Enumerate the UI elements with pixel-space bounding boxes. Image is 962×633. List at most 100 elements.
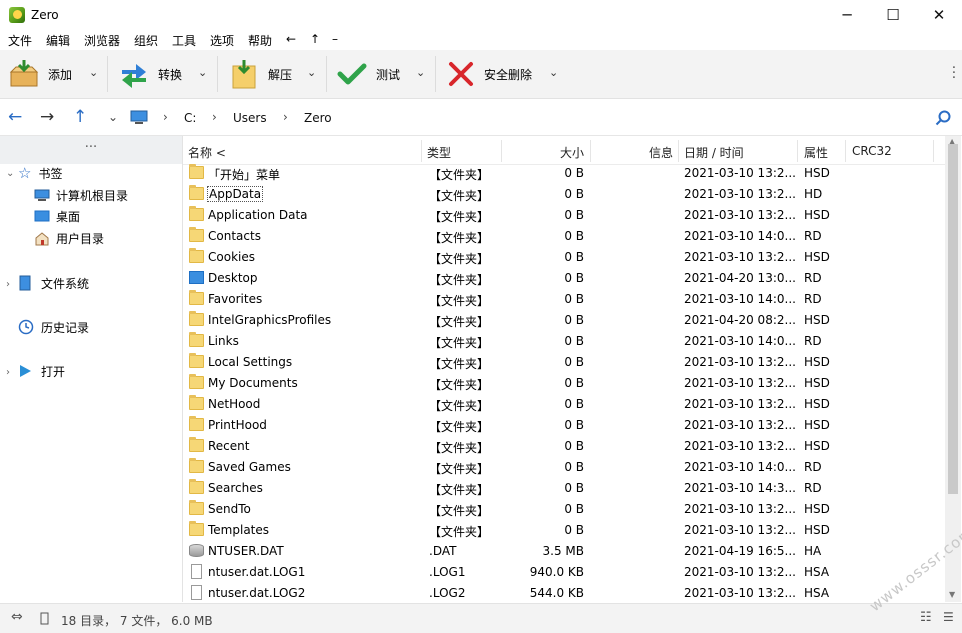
- checkmark-icon: [337, 63, 367, 85]
- expand-chevron-icon[interactable]: ⌄: [6, 168, 14, 179]
- sidebar-item-open[interactable]: 打开: [18, 361, 65, 381]
- file-name: Links: [208, 334, 239, 348]
- menu-options[interactable]: 选项: [210, 32, 234, 49]
- table-row[interactable]: Application Data 【文件夹】 0 B 2021-03-10 13:2.…: [183, 205, 945, 226]
- menu-browser[interactable]: 浏览器: [84, 32, 120, 49]
- secure-delete-dropdown-chevron-icon[interactable]: ⌄: [549, 66, 558, 79]
- toolbar-divider: [435, 56, 436, 92]
- column-crc32[interactable]: CRC32: [852, 144, 892, 158]
- column-divider[interactable]: [421, 140, 422, 162]
- add-dropdown-chevron-icon[interactable]: ⌄: [89, 66, 98, 79]
- table-row[interactable]: IntelGraphicsProfiles 【文件夹】 0 B 2021-04-20 …: [183, 310, 945, 331]
- column-name[interactable]: 名称 <: [188, 144, 226, 161]
- column-divider[interactable]: [678, 140, 679, 162]
- table-row[interactable]: Cookies 【文件夹】 0 B 2021-03-10 13:2... HSD: [183, 247, 945, 268]
- table-row[interactable]: Contacts 【文件夹】 0 B 2021-03-10 14:0... RD: [183, 226, 945, 247]
- table-row[interactable]: Saved Games 【文件夹】 0 B 2021-03-10 14:0... RD: [183, 457, 945, 478]
- table-row[interactable]: Local Settings 【文件夹】 0 B 2021-03-10 13:2...…: [183, 352, 945, 373]
- column-size[interactable]: 大小: [513, 144, 584, 161]
- scrollbar-thumb[interactable]: [948, 144, 958, 494]
- file-attributes: HD: [804, 187, 823, 201]
- convert-button[interactable]: 转换: [118, 54, 182, 94]
- table-row[interactable]: Searches 【文件夹】 0 B 2021-03-10 14:3... RD: [183, 478, 945, 499]
- menu-tools[interactable]: 工具: [172, 32, 196, 49]
- drive-icon[interactable]: [40, 612, 49, 625]
- column-divider[interactable]: [501, 140, 502, 162]
- test-dropdown-chevron-icon[interactable]: ⌄: [416, 66, 425, 79]
- menu-collapse[interactable]: –: [332, 32, 338, 46]
- column-divider[interactable]: [933, 140, 934, 162]
- column-date[interactable]: 日期 / 时间: [684, 144, 744, 161]
- play-icon: [20, 365, 31, 377]
- scroll-down-icon[interactable]: ▼: [949, 590, 955, 599]
- breadcrumb-zero[interactable]: Zero: [304, 111, 332, 125]
- breadcrumb-separator-icon: ›: [283, 110, 288, 124]
- column-info[interactable]: 信息: [603, 144, 673, 161]
- sidebar-collapse-handle[interactable]: ···: [0, 136, 182, 164]
- menu-up[interactable]: ↑: [310, 32, 320, 46]
- table-row[interactable]: Links 【文件夹】 0 B 2021-03-10 14:0... RD: [183, 331, 945, 352]
- file-name: Saved Games: [208, 460, 291, 474]
- forward-arrow-icon[interactable]: →: [40, 107, 54, 127]
- column-attr[interactable]: 属性: [804, 144, 828, 161]
- file-attributes: HSA: [804, 565, 830, 579]
- expand-chevron-icon[interactable]: ›: [6, 279, 10, 290]
- sidebar-item-filesystem[interactable]: 文件系统: [18, 273, 89, 293]
- extract-button[interactable]: 解压: [228, 54, 292, 94]
- table-row[interactable]: ntuser.dat.LOG1 .LOG1 940.0 KB 2021-03-10 1…: [183, 562, 945, 583]
- menu-file[interactable]: 文件: [8, 32, 32, 49]
- file-type: 【文件夹】: [429, 210, 490, 224]
- toolbar-overflow-icon[interactable]: · · ·: [952, 62, 956, 85]
- breadcrumb-c[interactable]: C:: [184, 111, 196, 125]
- menu-back[interactable]: ←: [286, 32, 296, 46]
- delete-x-icon: [449, 62, 473, 86]
- column-divider[interactable]: [590, 140, 591, 162]
- table-row[interactable]: Favorites 【文件夹】 0 B 2021-03-10 14:0... RD: [183, 289, 945, 310]
- move-icon[interactable]: ⇔: [11, 609, 23, 625]
- test-button[interactable]: 测试: [336, 54, 400, 94]
- sidebar-item-desktop[interactable]: 桌面: [34, 206, 80, 226]
- file-size: 0 B: [564, 460, 584, 474]
- table-row[interactable]: PrintHood 【文件夹】 0 B 2021-03-10 13:2... HSD: [183, 415, 945, 436]
- maximize-button[interactable]: ☐: [870, 0, 916, 30]
- search-icon[interactable]: [935, 110, 951, 126]
- table-row[interactable]: Desktop 【文件夹】 0 B 2021-04-20 13:0... RD: [183, 268, 945, 289]
- list-view-icon[interactable]: ☰: [943, 610, 954, 624]
- menu-help[interactable]: 帮助: [248, 32, 272, 49]
- sidebar-item-bookmarks[interactable]: ☆ 书签: [18, 163, 62, 183]
- history-dropdown-chevron-icon[interactable]: ⌄: [108, 110, 118, 124]
- minimize-button[interactable]: ─: [824, 0, 870, 30]
- table-row[interactable]: SendTo 【文件夹】 0 B 2021-03-10 13:2... HSD: [183, 499, 945, 520]
- table-row[interactable]: NTUSER.DAT .DAT 3.5 MB 2021-04-19 16:5... HA: [183, 541, 945, 562]
- table-row[interactable]: 「开始」菜单 【文件夹】 0 B 2021-03-10 13:2... HSD: [183, 163, 945, 184]
- computer-icon[interactable]: [130, 110, 148, 125]
- menu-edit[interactable]: 编辑: [46, 32, 70, 49]
- column-divider[interactable]: [845, 140, 846, 162]
- column-type[interactable]: 类型: [427, 144, 451, 161]
- convert-dropdown-chevron-icon[interactable]: ⌄: [198, 66, 207, 79]
- breadcrumb-users[interactable]: Users: [233, 111, 267, 125]
- column-divider[interactable]: [797, 140, 798, 162]
- file-size: 0 B: [564, 439, 584, 453]
- add-button[interactable]: 添加: [8, 54, 72, 94]
- menu-organize[interactable]: 组织: [134, 32, 158, 49]
- back-arrow-icon[interactable]: ←: [8, 107, 22, 127]
- table-row[interactable]: AppData 【文件夹】 0 B 2021-03-10 13:2... HD: [183, 184, 945, 205]
- file-type: 【文件夹】: [429, 504, 490, 518]
- database-file-icon: [189, 544, 204, 557]
- sidebar-item-computer-root[interactable]: 计算机根目录: [34, 185, 128, 205]
- expand-chevron-icon[interactable]: ›: [6, 367, 10, 378]
- table-row[interactable]: Templates 【文件夹】 0 B 2021-03-10 13:2... HSD: [183, 520, 945, 541]
- sidebar-item-user-dir[interactable]: 用户目录: [34, 228, 104, 248]
- up-arrow-icon[interactable]: ↑: [73, 107, 87, 127]
- table-row[interactable]: ntuser.dat.LOG2 .LOG2 544.0 KB 2021-03-10 1…: [183, 583, 945, 602]
- table-row[interactable]: Recent 【文件夹】 0 B 2021-03-10 13:2... HSD: [183, 436, 945, 457]
- folder-icon: [189, 479, 204, 494]
- sidebar-item-history[interactable]: 历史记录: [18, 317, 89, 337]
- details-view-icon[interactable]: ☷: [920, 610, 932, 625]
- secure-delete-button[interactable]: 安全删除: [446, 54, 532, 94]
- table-row[interactable]: My Documents 【文件夹】 0 B 2021-03-10 13:2... HS…: [183, 373, 945, 394]
- table-row[interactable]: NetHood 【文件夹】 0 B 2021-03-10 13:2... HSD: [183, 394, 945, 415]
- close-button[interactable]: ✕: [916, 0, 962, 30]
- extract-dropdown-chevron-icon[interactable]: ⌄: [307, 66, 316, 79]
